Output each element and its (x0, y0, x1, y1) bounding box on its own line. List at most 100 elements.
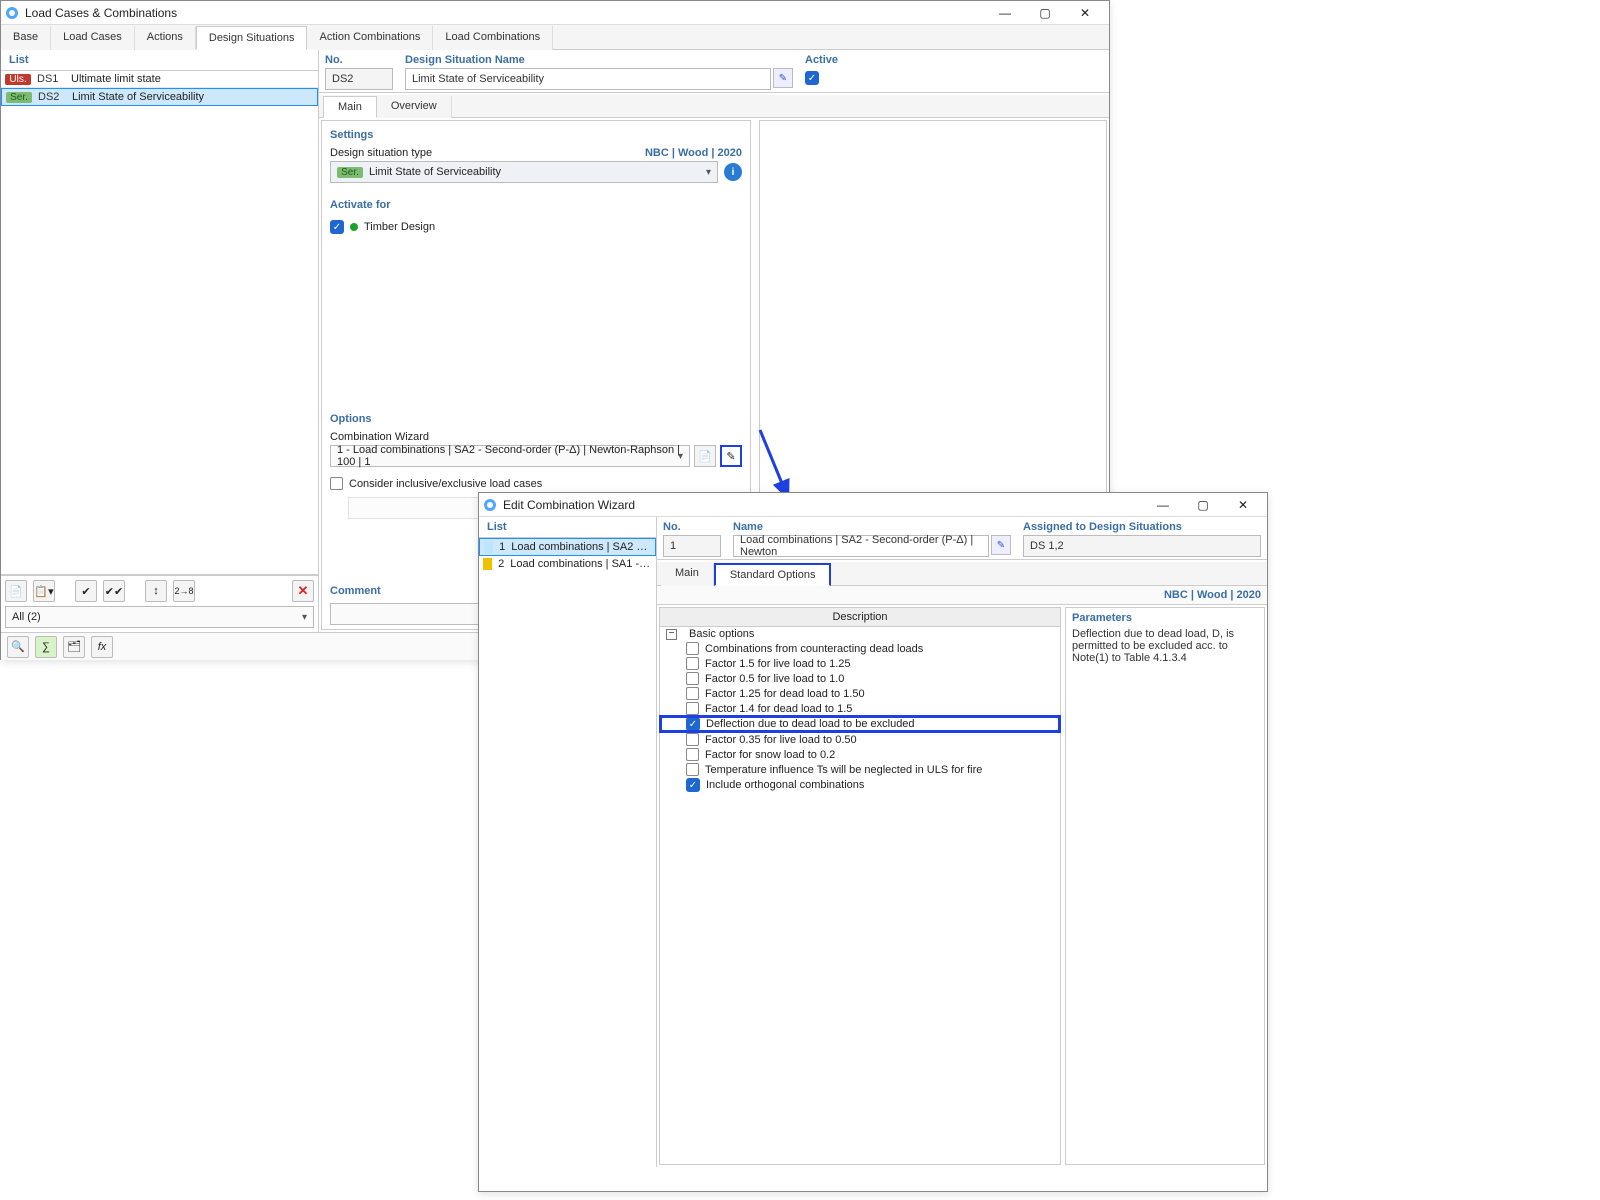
option-row[interactable]: Factor 1.5 for live load to 1.25 (660, 656, 1060, 671)
tab-load-cases[interactable]: Load Cases (51, 26, 135, 50)
list-panel-header: List (1, 50, 318, 71)
ser-tag: Ser. (337, 167, 363, 178)
option-checkbox[interactable]: ✓ (686, 717, 700, 731)
tab-action-combinations[interactable]: Action Combinations (307, 26, 433, 50)
main-titlebar: Load Cases & Combinations — ▢ ✕ (1, 1, 1109, 25)
filter-dropdown[interactable]: All (2) (5, 606, 314, 628)
uls-tag: Uls. (5, 74, 31, 85)
wizard-tab-standard-options[interactable]: Standard Options (714, 563, 832, 586)
delete-button[interactable]: ✕ (292, 580, 314, 602)
parameters-header: Parameters (1072, 612, 1258, 624)
list-item[interactable]: Ser. DS2 Limit State of Serviceability (1, 88, 318, 106)
option-row[interactable]: Factor 1.25 for dead load to 1.50 (660, 686, 1060, 701)
tree-icon[interactable]: 🗂 (63, 636, 85, 658)
wizard-new-icon[interactable]: 📄 (694, 445, 716, 467)
wizard-assigned-label: Assigned to Design Situations (1023, 519, 1261, 535)
wizard-tab-main[interactable]: Main (661, 563, 714, 586)
option-checkbox[interactable] (686, 733, 699, 746)
name-field[interactable]: Limit State of Serviceability (405, 68, 771, 90)
tab-main[interactable]: Main (323, 96, 377, 118)
option-row[interactable]: Temperature influence Ts will be neglect… (660, 762, 1060, 777)
option-label: Temperature influence Ts will be neglect… (705, 764, 982, 776)
edit-name-icon[interactable]: ✎ (773, 68, 793, 88)
function-icon[interactable]: fx (91, 636, 113, 658)
wizard-list-item[interactable]: 1 Load combinations | SA2 - Second-… (479, 538, 656, 556)
renumber-icon[interactable]: 2→8 (173, 580, 195, 602)
copy-icon[interactable]: 📋▾ (33, 580, 55, 602)
option-row[interactable]: Factor 0.5 for live load to 1.0 (660, 671, 1060, 686)
option-label: Deflection due to dead load to be exclud… (706, 718, 915, 730)
list-item-id: DS1 (37, 73, 63, 85)
list-item[interactable]: Uls. DS1 Ultimate limit state (1, 71, 318, 88)
option-row[interactable]: Factor 0.35 for live load to 0.50 (660, 732, 1060, 747)
new-icon[interactable]: 📄 (5, 580, 27, 602)
timber-checkbox[interactable]: ✓ (330, 220, 344, 234)
consider-checkbox[interactable] (330, 477, 343, 490)
status-dot-icon (350, 223, 358, 231)
maximize-button[interactable]: ▢ (1183, 493, 1223, 517)
wizard-list-item[interactable]: 2 Load combinations | SA1 - Geometr… (479, 556, 656, 572)
maximize-button[interactable]: ▢ (1025, 1, 1065, 25)
combination-wizard-dropdown[interactable]: 1 - Load combinations | SA2 - Second-ord… (330, 445, 690, 467)
no-field[interactable]: DS2 (325, 68, 393, 90)
check-icon[interactable]: ✔ (75, 580, 97, 602)
option-row[interactable]: Factor for snow load to 0.2 (660, 747, 1060, 762)
option-row[interactable]: Combinations from counteracting dead loa… (660, 641, 1060, 656)
wizard-list-header: List (479, 517, 656, 538)
timber-label: Timber Design (364, 221, 435, 233)
option-checkbox[interactable] (686, 687, 699, 700)
design-situation-type-dropdown[interactable]: Ser. Limit State of Serviceability (330, 161, 718, 183)
option-checkbox[interactable] (686, 763, 699, 776)
basic-options-group[interactable]: − Basic options (660, 627, 1060, 641)
collapse-icon[interactable]: − (666, 629, 677, 640)
option-label: Factor 0.5 for live load to 1.0 (705, 673, 844, 685)
wizard-list-num: 2 (498, 558, 504, 570)
active-checkbox[interactable]: ✓ (805, 71, 819, 85)
wizard-titlebar: Edit Combination Wizard — ▢ ✕ (479, 493, 1267, 517)
check2-icon[interactable]: ✔✔ (103, 580, 125, 602)
option-row[interactable]: ✓ Include orthogonal combinations (660, 777, 1060, 793)
option-label: Include orthogonal combinations (706, 779, 864, 791)
wizard-edit-icon[interactable]: ✎ (720, 445, 742, 467)
tab-overview[interactable]: Overview (377, 96, 452, 118)
tab-actions[interactable]: Actions (135, 26, 196, 50)
option-checkbox[interactable] (686, 657, 699, 670)
option-checkbox[interactable]: ✓ (686, 778, 700, 792)
edit-name-icon[interactable]: ✎ (991, 535, 1011, 555)
list-item-id: DS2 (38, 91, 64, 103)
tab-load-combinations[interactable]: Load Combinations (433, 26, 553, 50)
wizard-name-label: Name (733, 519, 1011, 535)
result-icon[interactable]: ∑ (35, 636, 57, 658)
minimize-button[interactable]: — (985, 1, 1025, 25)
ser-tag: Ser. (6, 92, 32, 103)
activate-for-header: Activate for (330, 195, 742, 215)
find-icon[interactable]: 🔍 (7, 636, 29, 658)
option-label: Factor 1.25 for dead load to 1.50 (705, 688, 865, 700)
basic-options-label: Basic options (689, 628, 754, 640)
close-button[interactable]: ✕ (1223, 493, 1263, 517)
wizard-code-label: NBC | Wood | 2020 (1164, 589, 1261, 601)
option-checkbox[interactable] (686, 672, 699, 685)
settings-header: Settings (330, 125, 742, 145)
option-row-deflection[interactable]: ✓ Deflection due to dead load to be exclu… (660, 716, 1060, 732)
filter-value: All (2) (12, 611, 41, 623)
parameters-text: Deflection due to dead load, D, is permi… (1072, 628, 1258, 664)
wizard-assigned-field: DS 1,2 (1023, 535, 1261, 557)
design-situation-list[interactable]: Uls. DS1 Ultimate limit state Ser. DS2 L… (1, 71, 318, 575)
design-code-label: NBC | Wood | 2020 (645, 147, 742, 159)
wizard-name-field[interactable]: Load combinations | SA2 - Second-order (… (733, 535, 989, 557)
option-checkbox[interactable] (686, 748, 699, 761)
minimize-button[interactable]: — (1143, 493, 1183, 517)
close-button[interactable]: ✕ (1065, 1, 1105, 25)
tab-design-situations[interactable]: Design Situations (196, 26, 308, 50)
main-window-title: Load Cases & Combinations (25, 6, 177, 20)
sort-icon[interactable]: ↕ (145, 580, 167, 602)
active-label: Active (805, 52, 1103, 68)
tab-base[interactable]: Base (1, 26, 51, 50)
info-icon[interactable]: i (724, 163, 742, 181)
option-row[interactable]: Factor 1.4 for dead load to 1.5 (660, 701, 1060, 716)
option-checkbox[interactable] (686, 642, 699, 655)
option-checkbox[interactable] (686, 702, 699, 715)
wizard-no-field[interactable]: 1 (663, 535, 721, 557)
wizard-no-label: No. (663, 519, 721, 535)
